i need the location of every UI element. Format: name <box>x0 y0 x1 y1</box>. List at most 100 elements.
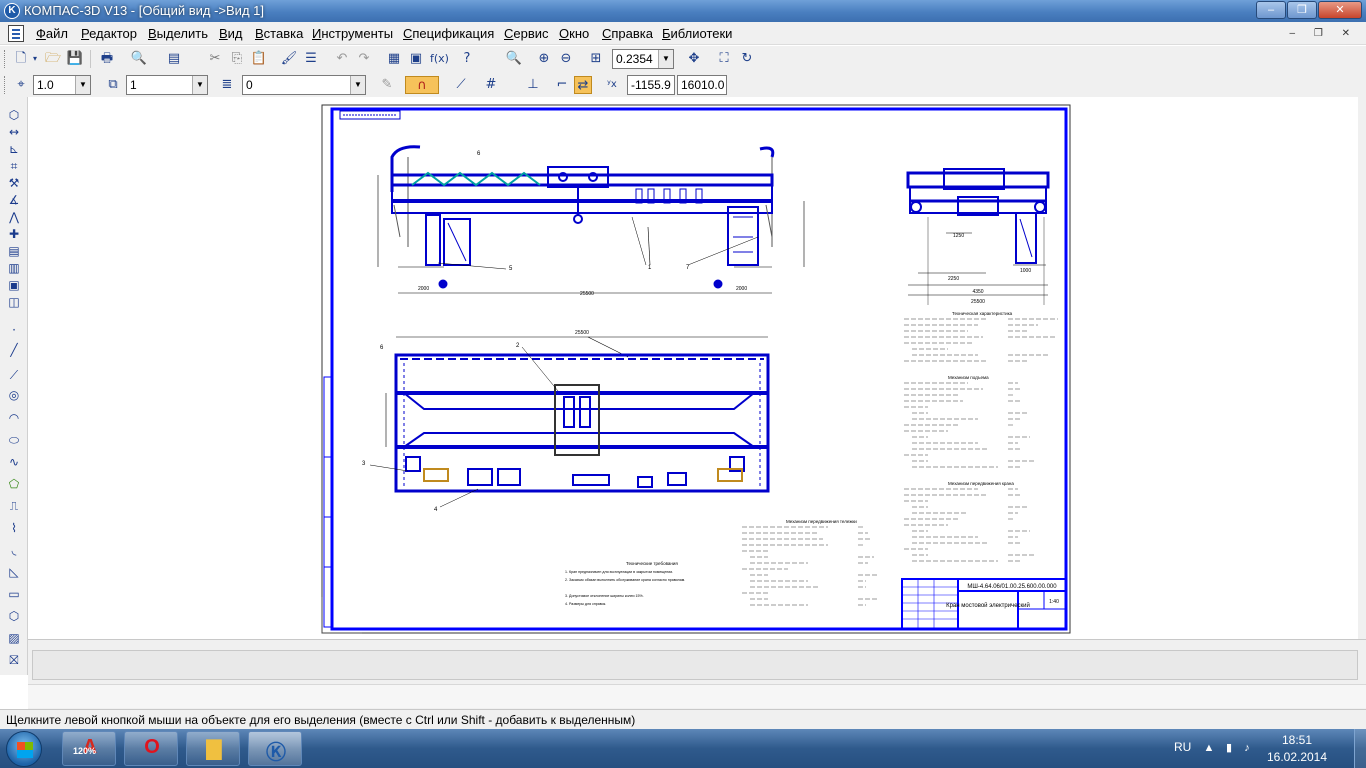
zoom-icon[interactable]: 🔍 <box>505 50 523 68</box>
local-cs-icon[interactable]: ⊥ <box>524 76 542 94</box>
zoom-combobox[interactable]: 0.2354 ▼ <box>612 49 674 69</box>
selection-icon[interactable]: ⋀ <box>5 209 23 225</box>
document-manager-icon[interactable]: ▤ <box>165 50 183 68</box>
ortho-mode-icon[interactable]: ⇄ <box>574 76 592 94</box>
segment-icon[interactable]: ╱ <box>5 342 23 358</box>
spec-icon[interactable]: ▤ <box>5 243 23 259</box>
clock-date[interactable]: 16.02.2014 <box>1258 750 1336 764</box>
auxiliary-line-icon[interactable]: ⟋ <box>5 367 23 383</box>
pan-icon[interactable]: ✥ <box>685 50 703 68</box>
coord-x-field[interactable]: -1155.9 <box>627 75 675 95</box>
close-button[interactable]: ✕ <box>1318 1 1362 19</box>
spline-icon[interactable]: ∿ <box>5 454 23 470</box>
menu-libraries[interactable]: Библиотеки <box>662 26 732 41</box>
layers-icon[interactable]: ≣ <box>218 76 236 94</box>
language-indicator[interactable]: RU <box>1174 740 1191 754</box>
view-state-icon[interactable]: ⧉ <box>104 76 122 94</box>
redo-icon[interactable]: ↷ <box>355 50 373 68</box>
taskbar-explorer[interactable]: ▇ <box>186 731 240 766</box>
editing-icon[interactable]: ⌗ <box>5 158 23 174</box>
zoom-window-icon[interactable]: ⊞ <box>587 50 605 68</box>
restore-button[interactable]: ❐ <box>1287 1 1317 19</box>
geometry-icon[interactable]: ⬡ <box>5 107 23 123</box>
report-icon[interactable]: ▥ <box>5 260 23 276</box>
polygon-icon[interactable]: ⬡ <box>5 608 23 624</box>
clock-time[interactable]: 18:51 <box>1262 733 1332 747</box>
local-snap-icon[interactable]: ⟋ <box>452 76 470 94</box>
circle-icon[interactable]: ◎ <box>5 387 23 403</box>
measure-icon[interactable]: ∡ <box>5 192 23 208</box>
context-help-icon[interactable]: ? <box>458 50 476 68</box>
menu-window[interactable]: Окно <box>559 26 589 41</box>
menu-view[interactable]: Вид <box>219 26 243 41</box>
contour-icon[interactable]: ⎍ <box>5 498 23 514</box>
function-icon[interactable]: f(x) <box>430 50 449 68</box>
mdi-window-buttons[interactable]: – ❐ ✕ <box>1290 28 1358 39</box>
menu-insert[interactable]: Вставка <box>255 26 303 41</box>
minimize-button[interactable]: – <box>1256 1 1286 19</box>
associative-view-icon[interactable]: ✚ <box>5 226 23 242</box>
chevron-down-icon[interactable]: ▼ <box>350 76 365 94</box>
polyline-icon[interactable]: ⬠ <box>5 476 23 492</box>
grid-icon[interactable]: # <box>482 76 500 94</box>
open-folder-icon[interactable]: 🗁 <box>44 50 62 68</box>
cut-icon[interactable]: ✂ <box>206 50 224 68</box>
rectangle-icon[interactable]: ▭ <box>5 586 23 602</box>
print-icon[interactable]: 🖶 <box>98 50 116 68</box>
menu-edit[interactable]: Редактор <box>81 26 137 41</box>
new-dropdown-icon[interactable]: ▾ <box>26 50 44 68</box>
document-icon[interactable] <box>8 25 24 42</box>
zoom-out-icon[interactable]: ⊖ <box>557 50 575 68</box>
save-icon[interactable]: 💾 <box>66 50 84 68</box>
properties-content[interactable] <box>32 650 1358 680</box>
properties-icon[interactable]: ☰ <box>302 50 320 68</box>
undo-icon[interactable]: ↶ <box>333 50 351 68</box>
toolbar-grip[interactable] <box>4 76 7 94</box>
insert-icon[interactable]: ▣ <box>5 277 23 293</box>
volume-icon[interactable]: ♪ <box>1240 741 1254 755</box>
properties-tabs[interactable] <box>28 684 1366 708</box>
menu-help[interactable]: Справка <box>602 26 653 41</box>
layer-combobox[interactable]: 0 ▼ <box>242 75 366 95</box>
drawing-canvas[interactable]: 25500 2000 2000 6 1 5 7 4350 25500 2250 … <box>28 97 1358 639</box>
drawing-sheet[interactable]: 25500 2000 2000 6 1 5 7 4350 25500 2250 … <box>28 97 1358 639</box>
parametrization-icon[interactable]: ⚒ <box>5 175 23 191</box>
menu-tools[interactable]: Инструменты <box>312 26 393 41</box>
hatch-icon[interactable]: ▨ <box>5 630 23 646</box>
ortho-icon[interactable]: ⌐ <box>553 76 571 94</box>
paste-icon[interactable]: 📋 <box>250 50 268 68</box>
menu-select[interactable]: Выделить <box>148 26 208 41</box>
bezier-icon[interactable]: ⌇ <box>5 520 23 536</box>
toolbar-grip[interactable] <box>4 50 7 68</box>
zoom-in-icon[interactable]: ⊕ <box>535 50 553 68</box>
fragment-icon[interactable]: ◫ <box>5 294 23 310</box>
parameters-icon[interactable]: ✎ <box>378 76 396 94</box>
kompas-app-icon[interactable]: K <box>4 3 20 19</box>
step-cursor-icon[interactable]: ⌖ <box>12 76 30 94</box>
menu-specification[interactable]: Спецификация <box>403 26 494 41</box>
show-desktop-button[interactable] <box>1354 729 1366 768</box>
chamfer-icon[interactable]: ◺ <box>5 564 23 580</box>
format-painter-icon[interactable]: 🖌 <box>280 50 298 68</box>
taskbar-opera[interactable]: O <box>124 731 178 766</box>
refresh-icon[interactable]: ↻ <box>738 50 756 68</box>
point-icon[interactable]: · <box>5 322 23 338</box>
snap-magnet-icon[interactable]: ∩ <box>405 76 439 94</box>
dimensions-icon[interactable]: ↔ <box>5 124 23 140</box>
fillet-icon[interactable]: ◟ <box>5 542 23 558</box>
taskbar-autocad[interactable]: A 120% <box>62 731 116 766</box>
vertical-scrollbar[interactable] <box>1358 97 1366 639</box>
coord-y-field[interactable]: 16010.0 <box>677 75 727 95</box>
view-combobox[interactable]: 1 ▼ <box>126 75 208 95</box>
ellipse-icon[interactable]: ⬭ <box>5 432 23 448</box>
menu-service[interactable]: Сервис <box>504 26 549 41</box>
menu-file[interactable]: Файл <box>36 26 68 41</box>
network-icon[interactable]: ▮ <box>1222 741 1236 755</box>
start-button[interactable] <box>6 731 42 767</box>
variables-icon[interactable]: ▣ <box>407 50 425 68</box>
arc-icon[interactable]: ◠ <box>5 410 23 426</box>
coordinates-icon[interactable]: ʸx <box>603 76 621 94</box>
chevron-down-icon[interactable]: ▼ <box>75 76 90 94</box>
collect-contour-icon[interactable]: ⛝ <box>5 652 23 668</box>
print-preview-icon[interactable]: 🔍 <box>130 50 148 68</box>
